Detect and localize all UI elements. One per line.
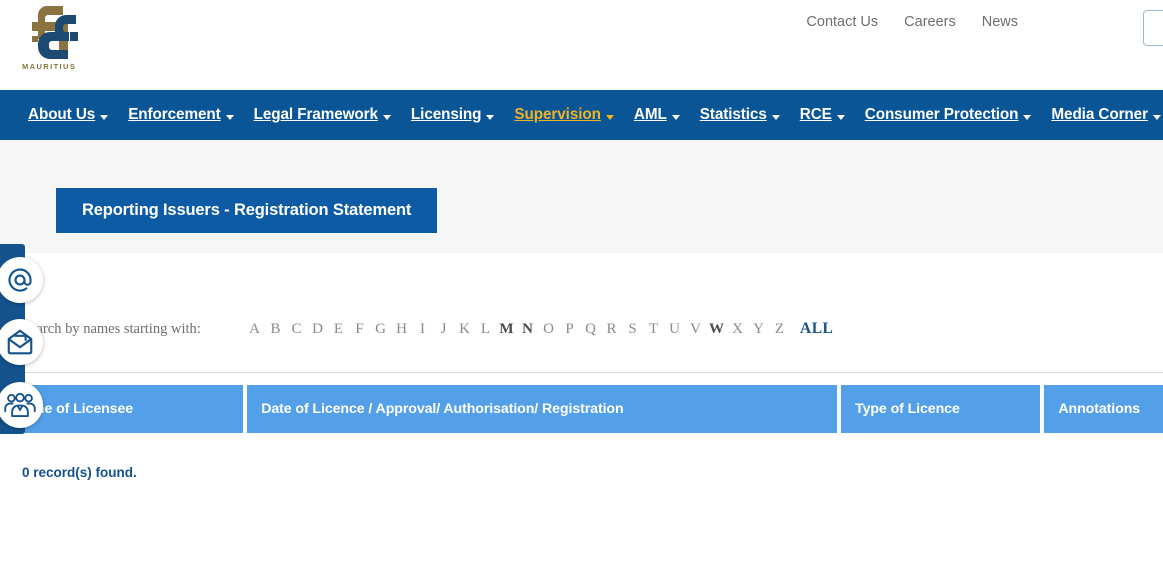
results-table-header: Name of Licensee Date of Licence / Appro… [0, 385, 1163, 433]
site-header: MAURITIUS Contact Us Careers News [0, 0, 1163, 90]
column-header-date[interactable]: Date of Licence / Approval/ Authorisatio… [247, 385, 838, 433]
alphabet-link-f[interactable]: F [349, 321, 370, 338]
alphabet-link-c[interactable]: C [286, 321, 307, 338]
main-navigation: About Us Enforcement Legal Framework Licens… [0, 90, 1163, 140]
careers-link[interactable]: Careers [904, 14, 956, 30]
page-root: MAURITIUS Contact Us Careers News About … [0, 0, 1163, 567]
logo-wordmark: MAURITIUS [22, 62, 77, 71]
alphabet-link-all[interactable]: ALL [800, 320, 833, 338]
nav-item-about-us[interactable]: About Us [28, 106, 109, 124]
people-group-icon [4, 392, 36, 417]
chevron-down-icon [671, 115, 680, 120]
nav-item-label: RCE [799, 106, 832, 123]
nav-item-media-corner[interactable]: Media Corner [1051, 106, 1161, 124]
nav-item-label: Consumer Protection [864, 106, 1019, 123]
alphabet-link-t[interactable]: T [643, 321, 664, 338]
fsc-logo-mark [32, 6, 78, 59]
nav-item-label: Supervision [514, 106, 601, 123]
top-utility-links: Contact Us Careers News [806, 14, 1018, 30]
chevron-down-icon [1152, 115, 1161, 120]
alphabet-link-n[interactable]: N [517, 321, 538, 338]
alphabet-links: A B C D E F G H I J K L M N O P Q R S T U V W X Y Z ALL [244, 316, 833, 342]
column-header-type-of-licence[interactable]: Type of Licence [841, 385, 1041, 433]
chevron-down-icon [382, 115, 391, 120]
page-title: Reporting Issuers - Registration Stateme… [56, 188, 438, 233]
chevron-down-icon [1023, 115, 1032, 120]
envelope-button[interactable] [0, 319, 43, 365]
alphabet-link-x[interactable]: X [727, 321, 748, 338]
contact-us-link[interactable]: Contact Us [806, 14, 878, 30]
alphabet-link-y[interactable]: Y [748, 321, 769, 338]
nav-item-label: Media Corner [1051, 106, 1148, 123]
alphabet-link-q[interactable]: Q [580, 321, 601, 338]
alphabet-link-l[interactable]: L [475, 321, 496, 338]
chevron-down-icon [771, 115, 780, 120]
alphabet-link-p[interactable]: P [559, 321, 580, 338]
alphabet-link-b[interactable]: B [265, 321, 286, 338]
nav-item-label: About Us [28, 106, 96, 123]
nav-item-label: Licensing [410, 106, 482, 123]
alphabet-link-j[interactable]: J [433, 321, 454, 338]
alphabet-link-d[interactable]: D [307, 321, 328, 338]
records-found-text: 0 record(s) found. [22, 465, 137, 480]
alphabet-link-r[interactable]: R [601, 321, 622, 338]
chevron-down-icon [605, 115, 614, 120]
at-sign-button[interactable] [0, 257, 43, 303]
alphabet-link-u[interactable]: U [664, 321, 685, 338]
news-link[interactable]: News [982, 14, 1018, 30]
alphabet-filter-label: Search by names starting with: [22, 320, 201, 337]
nav-item-aml[interactable]: AML [634, 106, 680, 124]
alphabet-link-s[interactable]: S [622, 321, 643, 338]
at-sign-icon [8, 268, 32, 292]
alphabet-link-a[interactable]: A [244, 321, 265, 338]
nav-item-supervision[interactable]: Supervision [514, 106, 614, 124]
nav-item-consumer-protection[interactable]: Consumer Protection [865, 106, 1032, 124]
nav-item-statistics[interactable]: Statistics [700, 106, 780, 124]
nav-item-legal-framework[interactable]: Legal Framework [254, 106, 391, 124]
alphabet-link-k[interactable]: K [454, 321, 475, 338]
alphabet-link-i[interactable]: I [412, 321, 433, 338]
alphabet-link-w[interactable]: W [706, 321, 727, 338]
chevron-down-icon [225, 115, 234, 120]
chevron-down-icon [486, 115, 495, 120]
envelope-icon [7, 329, 33, 355]
nav-item-licensing[interactable]: Licensing [411, 106, 495, 124]
alphabet-link-v[interactable]: V [685, 321, 706, 338]
alphabet-link-o[interactable]: O [538, 321, 559, 338]
nav-item-label: Statistics [699, 106, 767, 123]
alphabet-link-h[interactable]: H [391, 321, 412, 338]
chevron-down-icon [836, 115, 845, 120]
nav-item-enforcement[interactable]: Enforcement [128, 106, 234, 124]
alphabet-link-g[interactable]: G [370, 321, 391, 338]
alphabet-link-m[interactable]: M [496, 321, 517, 338]
chevron-down-icon [100, 115, 109, 120]
nav-item-rce[interactable]: RCE [800, 106, 845, 124]
site-logo[interactable]: MAURITIUS [22, 6, 82, 80]
nav-item-label: Legal Framework [253, 106, 378, 123]
alphabet-filter-row: Search by names starting with: ABCDEFGHI… [0, 316, 1163, 342]
search-input[interactable] [1143, 10, 1163, 46]
alphabet-link-z[interactable]: Z [769, 321, 790, 338]
alphabet-link-e[interactable]: E [328, 321, 349, 338]
section-divider [22, 372, 1163, 373]
column-header-annotations[interactable]: Annotations [1044, 385, 1163, 433]
nav-item-label: Enforcement [128, 106, 221, 123]
nav-item-label: AML [633, 106, 667, 123]
